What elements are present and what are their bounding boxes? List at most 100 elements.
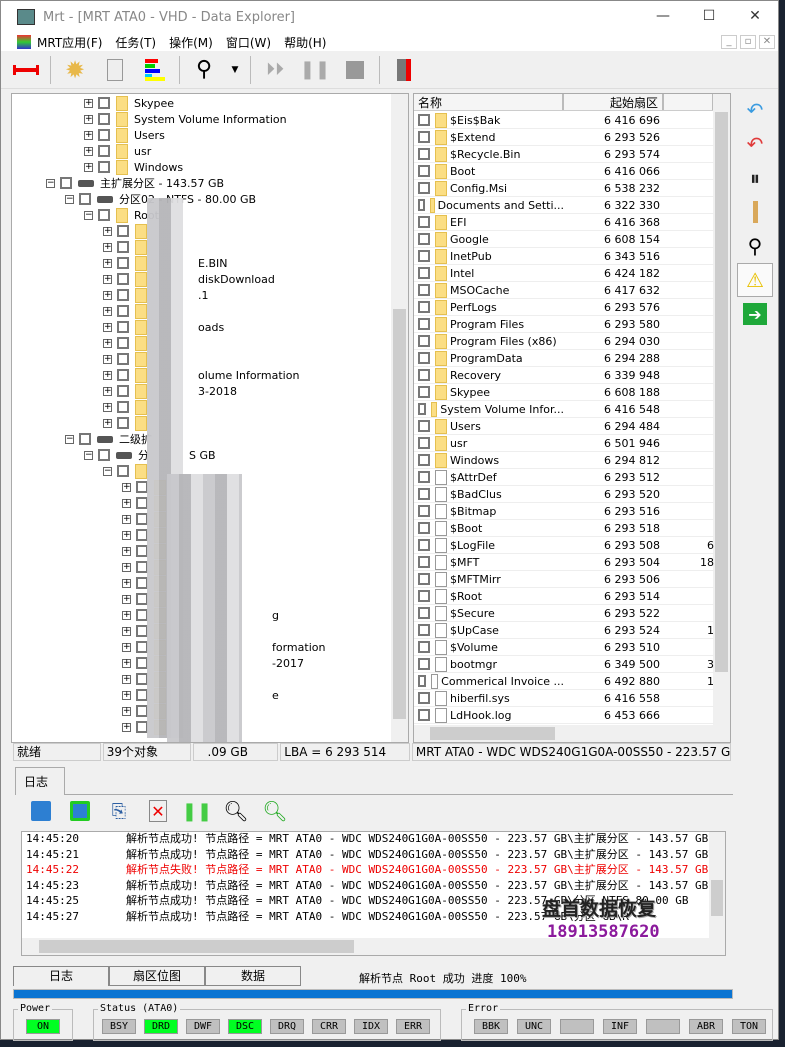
undo-button[interactable]: ↶ (737, 93, 773, 127)
tree-checkbox[interactable] (98, 145, 110, 157)
expand-icon[interactable]: + (122, 514, 131, 524)
table-row[interactable]: $Extend 6 293 526 (414, 129, 714, 146)
tree-node[interactable]: + System Volume Information (84, 111, 287, 127)
row-checkbox[interactable] (418, 114, 430, 126)
tab-sector-map[interactable]: 扇区位图 (109, 966, 205, 986)
close-button[interactable]: ✕ (732, 1, 778, 31)
row-checkbox[interactable] (418, 675, 427, 687)
tree-checkbox[interactable] (117, 257, 129, 269)
expand-icon[interactable]: + (122, 642, 131, 652)
row-checkbox[interactable] (418, 403, 426, 415)
table-row[interactable]: $Root 6 293 514 (414, 588, 714, 605)
row-checkbox[interactable] (418, 624, 430, 636)
table-row[interactable]: $UpCase 6 293 524 1 (414, 622, 714, 639)
row-checkbox[interactable] (418, 454, 430, 466)
row-checkbox[interactable] (418, 386, 430, 398)
pause-log-button[interactable]: ❚❚ (179, 797, 215, 825)
sector-map-button[interactable] (138, 53, 172, 87)
table-row[interactable]: Intel 6 424 182 (414, 265, 714, 282)
tree-checkbox[interactable] (98, 209, 110, 221)
tree-checkbox[interactable] (60, 177, 72, 189)
tree-node[interactable]: + Users (84, 127, 165, 143)
table-row[interactable]: Commerical Invoice ... 6 492 880 1 (414, 673, 714, 690)
table-row[interactable]: InetPub 6 343 516 (414, 248, 714, 265)
ruler-button[interactable] (737, 195, 773, 229)
expand-icon[interactable]: + (103, 322, 112, 332)
table-row[interactable]: System Volume Infor... 6 416 548 (414, 401, 714, 418)
tree-view[interactable]: + + + e + + -2017 + formation + + g + + + + + + + + − − 分 S GB −… (11, 93, 409, 743)
table-row[interactable]: usr 6 501 946 (414, 435, 714, 452)
menu-task[interactable]: 任务(T) (115, 34, 156, 51)
mdi-restore-button[interactable]: ▫ (740, 35, 756, 49)
table-row[interactable]: Documents and Setti... 6 322 330 (414, 197, 714, 214)
row-checkbox[interactable] (418, 556, 430, 568)
log-hscrollbar[interactable] (22, 938, 725, 955)
table-row[interactable]: Recovery 6 339 948 (414, 367, 714, 384)
table-row[interactable]: $MFTMirr 6 293 506 (414, 571, 714, 588)
expand-icon[interactable]: + (103, 242, 112, 252)
pause-scan-button[interactable]: ⏸ (737, 161, 773, 195)
connect-button[interactable] (9, 53, 43, 87)
table-row[interactable]: LdHook.log 6 453 666 (414, 707, 714, 724)
row-checkbox[interactable] (418, 437, 430, 449)
table-row[interactable]: Skypee 6 608 188 (414, 384, 714, 401)
collapse-icon[interactable]: − (103, 466, 112, 476)
expand-icon[interactable]: + (103, 370, 112, 380)
row-checkbox[interactable] (418, 199, 425, 211)
collapse-icon[interactable]: − (65, 434, 74, 444)
warning-button[interactable]: ⚠ (737, 263, 773, 297)
log-panel[interactable]: 14:45:27 解析节点成功! 节点路径 = MRT ATA0 - WDC WD… (21, 831, 726, 956)
expand-icon[interactable]: + (122, 722, 131, 732)
tree-scrollbar[interactable] (391, 94, 408, 742)
row-checkbox[interactable] (418, 216, 430, 228)
table-row[interactable]: Google 6 608 154 (414, 231, 714, 248)
tree-node[interactable]: + diskDownload (103, 271, 275, 287)
table-row[interactable]: bootmgr 6 349 500 3 (414, 656, 714, 673)
table-row[interactable]: PerfLogs 6 293 576 (414, 299, 714, 316)
menu-operation[interactable]: 操作(M) (169, 34, 213, 51)
table-row[interactable]: $Eis$Bak 6 416 696 (414, 112, 714, 129)
clear-log-button[interactable]: ✕ (140, 797, 176, 825)
tree-checkbox[interactable] (98, 161, 110, 173)
tree-checkbox[interactable] (117, 385, 129, 397)
collapse-icon[interactable]: − (65, 194, 74, 204)
expand-icon[interactable]: + (84, 114, 93, 124)
file-list[interactable]: 名称 起始扇区 $Eis$Bak 6 416 696 $Extend 6 293 52… (413, 93, 731, 743)
tree-checkbox[interactable] (117, 353, 129, 365)
tree-node[interactable]: − 主扩展分区 - 143.57 GB (46, 175, 224, 191)
row-checkbox[interactable] (418, 284, 430, 296)
expand-icon[interactable]: + (84, 162, 93, 172)
expand-icon[interactable]: + (84, 130, 93, 140)
settings-button[interactable]: ✹ (58, 53, 92, 87)
expand-icon[interactable]: + (122, 530, 131, 540)
probe-dropdown[interactable]: ▼ (227, 53, 243, 87)
maximize-button[interactable]: ☐ (686, 1, 732, 31)
expand-icon[interactable]: + (122, 578, 131, 588)
menu-app[interactable]: MRT应用(F) (37, 34, 102, 51)
table-row[interactable]: Users 6 294 484 (414, 418, 714, 435)
exit-button[interactable] (387, 53, 421, 87)
refresh-log-button[interactable] (62, 797, 98, 825)
row-checkbox[interactable] (418, 692, 430, 704)
redo-button[interactable]: ↶ (737, 127, 773, 161)
row-checkbox[interactable] (418, 488, 430, 500)
row-checkbox[interactable] (418, 471, 430, 483)
row-checkbox[interactable] (418, 335, 430, 347)
expand-icon[interactable]: + (103, 402, 112, 412)
list-scrollbar[interactable] (713, 94, 730, 742)
table-row[interactable]: $AttrDef 6 293 512 (414, 469, 714, 486)
row-checkbox[interactable] (418, 301, 430, 313)
row-checkbox[interactable] (418, 318, 430, 330)
collapse-icon[interactable]: − (84, 450, 93, 460)
tree-node[interactable]: − 二级扩 (65, 431, 152, 447)
list-hscrollbar[interactable] (414, 725, 730, 742)
expand-icon[interactable]: + (122, 706, 131, 716)
expand-icon[interactable]: + (122, 690, 131, 700)
table-row[interactable]: Config.Msi 6 538 232 (414, 180, 714, 197)
expand-icon[interactable]: + (122, 546, 131, 556)
probe-side-button[interactable]: ⚲ (737, 229, 773, 263)
tree-checkbox[interactable] (117, 337, 129, 349)
tree-checkbox[interactable] (117, 273, 129, 285)
expand-icon[interactable]: + (122, 626, 131, 636)
tree-node[interactable]: + olume Information (103, 367, 299, 383)
